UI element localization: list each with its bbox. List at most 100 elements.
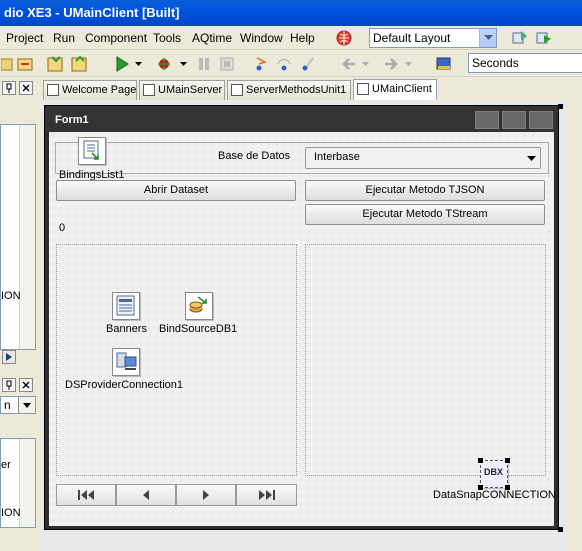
form-caption: Form1	[45, 106, 558, 132]
bindings-list-icon[interactable]	[78, 137, 106, 165]
home-icon	[47, 84, 59, 96]
tab-umainclient[interactable]: UMainClient	[353, 79, 437, 100]
toolbar: Seconds	[0, 51, 582, 77]
folder-icon[interactable]	[0, 54, 14, 74]
search-field[interactable]: Seconds	[468, 53, 582, 73]
pin-icon-2[interactable]	[2, 378, 16, 392]
panel-fragment-2: er	[1, 459, 11, 471]
banners-label: Banners	[106, 323, 147, 335]
back-arrow-icon[interactable]	[340, 54, 358, 74]
tab-label: UMainClient	[372, 83, 432, 95]
run-dropdown-icon[interactable]	[133, 54, 143, 74]
close-button[interactable]	[529, 111, 553, 129]
menu-tools[interactable]: Tools	[153, 31, 181, 45]
run-icon[interactable]	[112, 54, 132, 74]
form-resize-handle[interactable]	[558, 527, 563, 532]
tab-label: Welcome Page	[62, 84, 137, 96]
selection-handle[interactable]	[505, 458, 510, 463]
ds-provider-icon[interactable]	[112, 348, 140, 376]
left-panel-header-2	[0, 375, 40, 395]
bind-source-label: BindSourceDB1	[159, 323, 238, 335]
db-select-value: Interbase	[314, 151, 360, 163]
step-into-icon[interactable]	[252, 54, 270, 74]
exec-tstream-button[interactable]: Ejecutar Metodo TStream	[305, 204, 545, 225]
datasnap-connection-icon[interactable]: DBX	[480, 460, 508, 488]
db-select[interactable]: Interbase	[305, 147, 541, 169]
menu-help[interactable]: Help	[290, 31, 315, 45]
bind-source-icon[interactable]	[185, 292, 213, 320]
chevron-down-icon[interactable]	[479, 29, 496, 47]
tab-label: ServerMethodsUnit1	[246, 84, 347, 96]
window-title-bar: dio XE3 - UMainClient [Built]	[0, 0, 582, 26]
datasnap-badge: DBX	[484, 467, 504, 477]
ds-provider-label: DSProviderConnection1	[65, 379, 184, 391]
form-resize-handle[interactable]	[558, 104, 563, 109]
search-field-value: Seconds	[472, 56, 519, 70]
editor-tabs: Welcome Page UMainServer ServerMethodsUn…	[40, 78, 582, 100]
exec-tjson-button[interactable]: Ejecutar Metodo TJSON	[305, 180, 545, 201]
nav-prior-button[interactable]	[116, 484, 176, 506]
banners-icon[interactable]	[112, 292, 140, 320]
menu-run[interactable]: Run	[53, 31, 75, 45]
window-title: dio XE3 - UMainClient [Built]	[4, 5, 180, 20]
maximize-button[interactable]	[502, 111, 526, 129]
save-icon[interactable]	[46, 54, 66, 74]
save-layout-icon[interactable]	[510, 29, 530, 47]
chevron-down-icon-3[interactable]	[523, 148, 540, 168]
menu-project[interactable]: Project	[6, 31, 43, 45]
form-icon	[357, 83, 369, 95]
form-client-area: BindingsList1 Base de Datos Interbase Ab…	[49, 132, 556, 526]
set-layout-icon[interactable]	[534, 29, 554, 47]
stop-icon[interactable]	[218, 54, 236, 74]
scroll-right-icon[interactable]	[2, 350, 16, 364]
right-data-panel	[305, 244, 546, 476]
object-selector-value: n	[4, 398, 11, 412]
pause-icon[interactable]	[195, 54, 213, 74]
menu-window[interactable]: Window	[240, 31, 283, 45]
debug-dropdown-icon[interactable]	[178, 54, 188, 74]
debug-run-icon[interactable]	[154, 54, 174, 74]
form-title: Form1	[55, 114, 89, 126]
open-dataset-button[interactable]: Abrir Dataset	[56, 180, 296, 201]
layout-select-value: Default Layout	[373, 31, 451, 45]
menu-component[interactable]: Component	[85, 31, 147, 45]
tab-umainserver[interactable]: UMainServer	[139, 80, 225, 100]
pin-icon[interactable]	[2, 81, 16, 95]
chevron-down-icon-2[interactable]	[18, 397, 35, 413]
nav-next-button[interactable]	[176, 484, 236, 506]
panel-fragment-3: ION	[1, 507, 21, 519]
vertical-scrollbar-2[interactable]	[19, 439, 35, 527]
forward-arrow-icon[interactable]	[382, 54, 400, 74]
object-selector[interactable]: n	[0, 396, 36, 414]
layout-select[interactable]: Default Layout	[369, 28, 497, 48]
trace-icon[interactable]	[298, 54, 316, 74]
left-data-panel	[56, 244, 297, 476]
form-window[interactable]: Form1 BindingsList1 Base de Datos Interb…	[44, 105, 559, 530]
save-all-icon[interactable]	[70, 54, 90, 74]
close-icon[interactable]	[19, 81, 33, 95]
db-label: Base de Datos	[218, 150, 291, 162]
selection-handle[interactable]	[478, 458, 483, 463]
open-project-icon[interactable]	[16, 54, 36, 74]
tab-welcome-page[interactable]: Welcome Page	[43, 80, 137, 100]
menu-aqtime[interactable]: AQtime	[192, 31, 232, 45]
inspector-panel: er ION	[0, 438, 36, 528]
panel-fragment: ION	[1, 290, 21, 302]
close-icon-2[interactable]	[19, 378, 33, 392]
nav-first-button[interactable]	[56, 484, 116, 506]
tab-servermethodsunit1[interactable]: ServerMethodsUnit1	[227, 80, 351, 100]
vertical-scrollbar[interactable]	[19, 125, 35, 349]
menu-bar: Project Run Component Tools AQtime Windo…	[0, 26, 582, 50]
step-over-icon[interactable]	[275, 54, 293, 74]
nav-last-button[interactable]	[236, 484, 297, 506]
unit-icon	[231, 84, 243, 96]
structure-panel: ION	[0, 124, 36, 350]
left-panel-header	[0, 78, 40, 98]
minimize-button[interactable]	[475, 111, 499, 129]
book-icon[interactable]	[434, 54, 454, 74]
globe-icon[interactable]	[335, 29, 353, 47]
back-dropdown-icon[interactable]	[360, 54, 370, 74]
forward-dropdown-icon[interactable]	[403, 54, 413, 74]
unit-icon	[143, 84, 155, 96]
tab-label: UMainServer	[158, 84, 223, 96]
